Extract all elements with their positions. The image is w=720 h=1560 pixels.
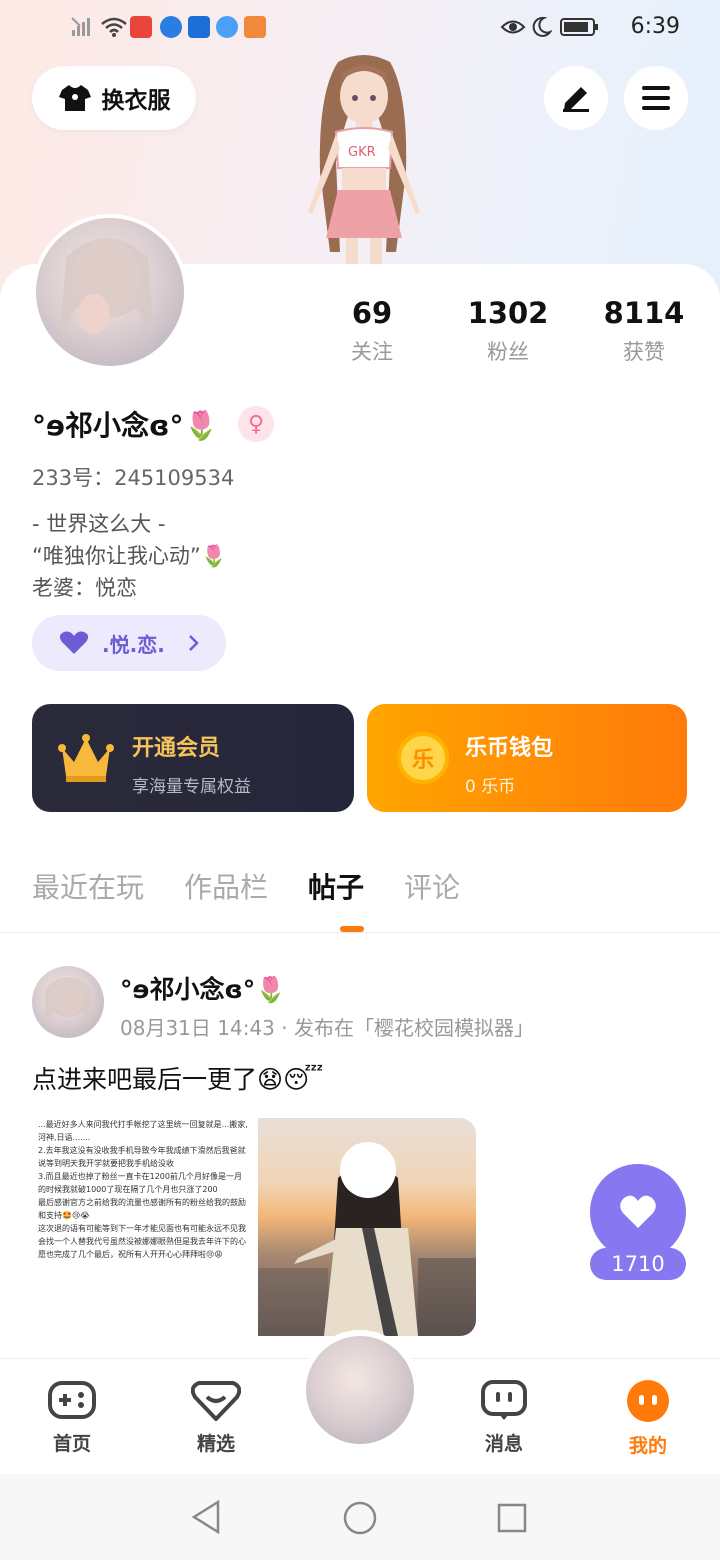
profile-avatar[interactable]: [32, 214, 188, 370]
post-meta: 08月31日 14:43 · 发布在「樱花校园模拟器」: [120, 1016, 534, 1040]
home-circle-icon[interactable]: [342, 1500, 378, 1536]
eye-icon: [500, 20, 526, 34]
chevron-right-icon: [188, 635, 199, 651]
app-notification-icon: [188, 16, 210, 38]
status-time: 6:39: [630, 14, 680, 39]
heart-icon: [59, 631, 89, 654]
message-icon: [481, 1380, 527, 1420]
center-avatar-image: [306, 1336, 414, 1444]
status-bar: 6:39: [0, 0, 720, 56]
stat-likes[interactable]: 8114 获赞: [584, 296, 704, 366]
crown-icon: [58, 734, 114, 782]
change-outfit-label: 换衣服: [101, 88, 171, 114]
system-navigation-bar: [0, 1474, 720, 1560]
stat-likes-label: 获赞: [623, 340, 665, 364]
like-count: 1710: [590, 1248, 686, 1280]
stat-fans-label: 粉丝: [487, 340, 529, 364]
music-app-icon: [216, 16, 238, 38]
nav-featured-label: 精选: [196, 1433, 235, 1455]
photo-illustration: [258, 1142, 476, 1336]
menu-icon: [642, 86, 670, 110]
female-gender-icon: ♀: [238, 406, 274, 442]
change-outfit-button[interactable]: 换衣服: [32, 66, 196, 130]
nav-featured[interactable]: 精选: [166, 1379, 266, 1456]
me-face-icon: [627, 1380, 669, 1422]
heart-gem-icon: [190, 1381, 242, 1422]
divider: [0, 932, 720, 933]
vip-membership-card[interactable]: 开通会员 享海量专属权益: [32, 704, 354, 812]
svg-text:GKR: GKR: [348, 145, 376, 160]
tab-works[interactable]: 作品栏: [184, 866, 268, 906]
tab-recently-played[interactable]: 最近在玩: [32, 866, 144, 906]
nav-messages[interactable]: 消息: [454, 1379, 554, 1456]
avatar-portrait: [44, 976, 92, 1026]
signal-icon: [71, 17, 90, 36]
stat-following[interactable]: 69 关注: [312, 296, 432, 366]
menu-button[interactable]: [624, 66, 688, 130]
post-content[interactable]: 点进来吧最后一更了😧😴: [32, 1060, 323, 1096]
tab-posts[interactable]: 帖子: [308, 866, 364, 906]
tshirt-icon: [58, 85, 91, 111]
stat-following-label: 关注: [351, 340, 393, 364]
nav-home[interactable]: 首页: [22, 1379, 122, 1456]
wallet-balance: 0 乐币: [465, 777, 516, 797]
profile-tabs: 最近在玩 作品栏 帖子 评论: [32, 866, 460, 906]
wifi-icon: [101, 17, 127, 37]
profile-name: °ɘ祁小念ɞ°🌷: [32, 409, 219, 442]
app-notification-icon: [130, 16, 152, 38]
moon-icon: [532, 16, 552, 37]
character-avatar-illustration[interactable]: GKR: [278, 52, 448, 266]
gamepad-icon: [48, 1381, 96, 1419]
vip-subtitle: 享海量专属权益: [132, 777, 251, 797]
edit-profile-button[interactable]: [544, 66, 608, 130]
bio-line: “唯独你让我心动”🌷: [32, 544, 227, 568]
nav-messages-label: 消息: [484, 1433, 523, 1455]
heart-icon: [620, 1195, 656, 1228]
stat-fans[interactable]: 1302 粉丝: [448, 296, 568, 366]
user-id: 233号：245109534: [32, 466, 235, 490]
post-author-name[interactable]: °ɘ祁小念ɞ°🌷: [120, 970, 286, 1006]
nav-me[interactable]: 我的: [598, 1379, 698, 1458]
post-image-text: ...最近好多人来问我代打手帐挖了这里统一回复就是...搬家,河神,日语....…: [38, 1120, 248, 1259]
post-image-text-screenshot[interactable]: ...最近好多人来问我代打手帐挖了这里统一回复就是...搬家,河神,日语....…: [32, 1118, 254, 1336]
nav-home-label: 首页: [52, 1433, 91, 1455]
couple-tag-label: .悦.恋.: [102, 632, 165, 657]
nav-me-label: 我的: [628, 1435, 667, 1457]
vip-title: 开通会员: [132, 736, 221, 761]
stat-likes-count: 8114: [603, 296, 685, 330]
nav-center-avatar[interactable]: [300, 1330, 420, 1450]
avatar-portrait: [60, 238, 154, 338]
tab-comments[interactable]: 评论: [404, 866, 460, 906]
back-icon[interactable]: [190, 1500, 222, 1534]
post-author-avatar[interactable]: [32, 966, 104, 1038]
bio-line: 老婆：悦恋: [32, 576, 137, 600]
video-app-icon: [244, 16, 266, 38]
coin-wallet-card[interactable]: 乐 乐币钱包 0 乐币: [367, 704, 687, 812]
battery-icon: [560, 18, 598, 36]
recents-square-icon[interactable]: [496, 1502, 528, 1534]
pencil-icon: [563, 87, 589, 112]
like-button[interactable]: [590, 1164, 686, 1260]
post-image-photo[interactable]: [258, 1118, 476, 1336]
bio-line: - 世界这么大 -: [32, 512, 166, 536]
app-notification-icon: [160, 16, 182, 38]
stat-following-count: 69: [351, 296, 393, 330]
wallet-title: 乐币钱包: [465, 736, 554, 761]
couple-tag-button[interactable]: .悦.恋.: [32, 615, 226, 671]
coin-icon: 乐: [397, 732, 449, 784]
stat-fans-count: 1302: [467, 296, 549, 330]
